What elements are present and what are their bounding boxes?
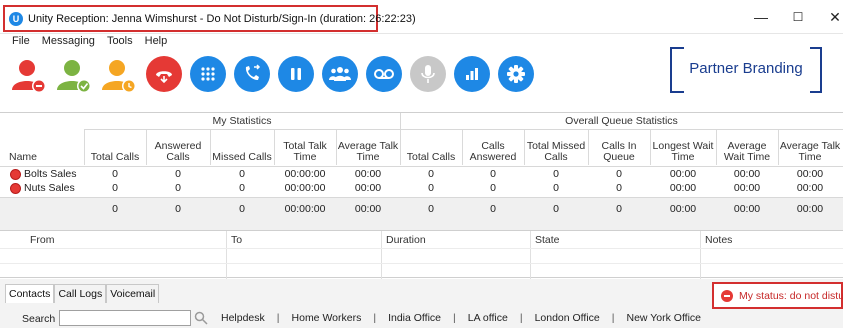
tab-contacts[interactable]: Contacts [5, 284, 55, 303]
settings-icon[interactable] [498, 56, 534, 92]
window-title-highlight: U Unity Reception: Jenna Wimshurst - Do … [3, 5, 416, 32]
filter-home-workers[interactable]: Home Workers [292, 312, 362, 324]
col-queue-total-calls[interactable]: Total Calls [400, 133, 462, 163]
table-row[interactable]: Bolts Sales 0 0 0 00:00:00 00:00 0 0 0 0… [0, 166, 843, 180]
col-duration[interactable]: Duration [386, 234, 426, 246]
filter-la-office[interactable]: LA office [468, 312, 508, 324]
row-name: Bolts Sales [24, 168, 77, 180]
col-answered-calls[interactable]: Answered Calls [146, 133, 210, 163]
call-history-table: From To Duration State Notes [0, 230, 843, 279]
user-away-icon[interactable] [100, 56, 138, 94]
overall-queue-header: Overall Queue Statistics [400, 113, 843, 130]
microphone-icon[interactable] [410, 56, 446, 92]
unity-app-icon: U [9, 11, 23, 26]
my-statistics-header: My Statistics [84, 113, 400, 130]
totals-row: 0 0 0 00:00:00 00:00 0 0 0 0 00:00 00:00… [0, 197, 843, 231]
table-row[interactable]: Nuts Sales 0 0 0 00:00:00 00:00 0 0 0 0 … [0, 181, 843, 195]
filter-london-office[interactable]: London Office [535, 312, 600, 324]
col-notes[interactable]: Notes [705, 234, 732, 246]
minimize-button[interactable]: — [750, 8, 772, 26]
tab-strip: Contacts Call Logs Voicemail [5, 284, 160, 303]
row-name: Nuts Sales [24, 182, 75, 194]
statistics-table: My Statistics Overall Queue Statistics N… [0, 112, 843, 231]
dialpad-icon[interactable] [190, 56, 226, 92]
col-average-talk-time[interactable]: Average Talk Time [336, 133, 400, 163]
col-calls-in-queue[interactable]: Calls In Queue [588, 133, 650, 163]
col-to[interactable]: To [231, 234, 242, 246]
group-filters: Helpdesk | Home Workers | India Office |… [221, 312, 702, 324]
search-icon[interactable] [194, 311, 208, 325]
col-calls-answered[interactable]: Calls Answered [462, 133, 524, 163]
conference-icon[interactable] [322, 56, 358, 92]
user-available-icon[interactable] [55, 56, 93, 94]
filter-new-york-office[interactable]: New York Office [627, 312, 702, 324]
partner-branding-logo: Partner Branding [670, 47, 822, 93]
search-label: Search [22, 313, 56, 325]
col-total-missed-calls[interactable]: Total Missed Calls [524, 133, 588, 163]
col-state[interactable]: State [535, 234, 560, 246]
contacts-panel: Contacts Call Logs Voicemail My status: … [0, 279, 843, 328]
tab-voicemail[interactable]: Voicemail [106, 284, 160, 303]
my-status-indicator[interactable]: My status: do not disturb [712, 282, 843, 309]
col-missed-calls[interactable]: Missed Calls [210, 133, 274, 163]
voicemail-icon[interactable] [366, 56, 402, 92]
col-from[interactable]: From [30, 234, 55, 246]
dnd-status-icon [721, 289, 733, 302]
col-queue-average-talk-time[interactable]: Average Talk Time [778, 133, 842, 163]
col-total-talk-time[interactable]: Total Talk Time [274, 133, 336, 163]
maximize-button[interactable]: ☐ [787, 8, 809, 26]
window-title: Unity Reception: Jenna Wimshurst - Do No… [28, 12, 416, 25]
statistics-icon[interactable] [454, 56, 490, 92]
hangup-icon[interactable] [146, 56, 182, 92]
tab-call-logs[interactable]: Call Logs [54, 284, 107, 303]
filter-helpdesk[interactable]: Helpdesk [221, 312, 265, 324]
menu-file[interactable]: File [6, 34, 36, 50]
filter-india-office[interactable]: India Office [388, 312, 441, 324]
menu-tools[interactable]: Tools [101, 34, 139, 50]
col-average-wait-time[interactable]: Average Wait Time [716, 133, 778, 163]
my-status-text: My status: do not disturb [739, 289, 843, 302]
menu-bar: File Messaging Tools Help [0, 34, 173, 50]
menu-help[interactable]: Help [139, 34, 174, 50]
user-dnd-icon[interactable] [10, 56, 48, 94]
col-longest-wait-time[interactable]: Longest Wait Time [650, 133, 716, 163]
transfer-call-icon[interactable] [234, 56, 270, 92]
menu-messaging[interactable]: Messaging [36, 34, 101, 50]
col-total-calls[interactable]: Total Calls [84, 133, 146, 163]
title-bar: U Unity Reception: Jenna Wimshurst - Do … [0, 0, 843, 34]
branding-text: Partner Branding [689, 60, 803, 77]
hold-icon[interactable] [278, 56, 314, 92]
close-button[interactable]: ✕ [824, 8, 843, 26]
col-name[interactable]: Name [0, 133, 84, 163]
search-input[interactable] [59, 310, 191, 326]
